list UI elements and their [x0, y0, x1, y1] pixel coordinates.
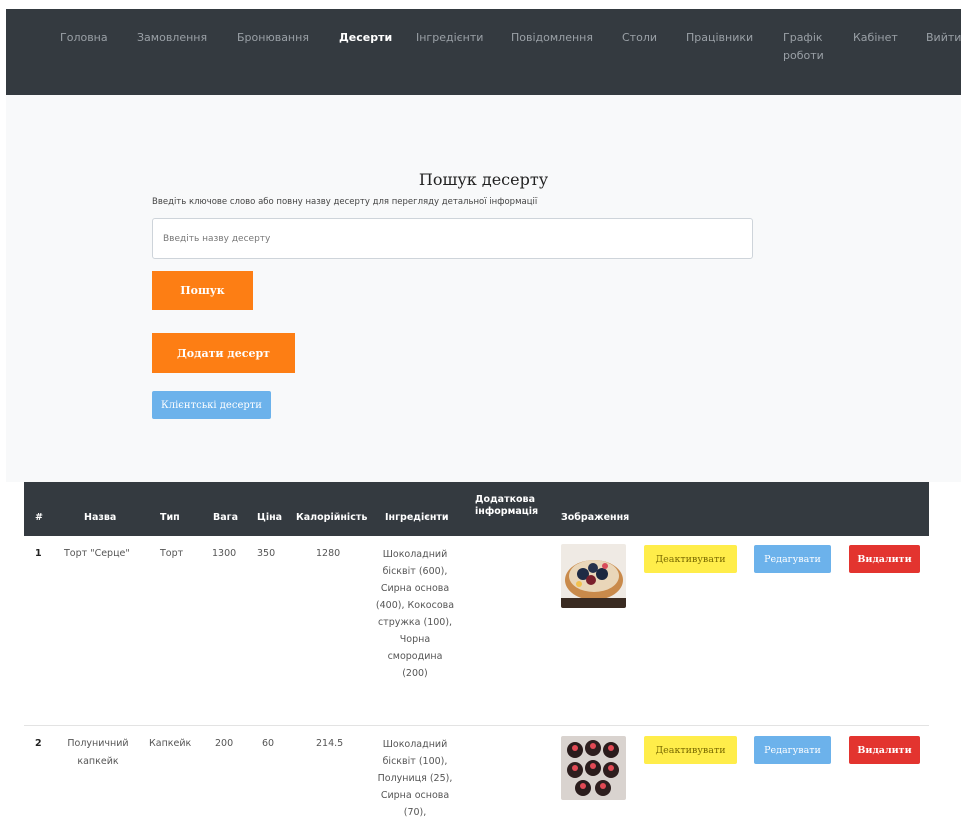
- delete-button[interactable]: Видалити: [849, 545, 920, 573]
- row-price: 60: [262, 738, 275, 749]
- dessert-thumbnail: [561, 736, 626, 800]
- add-dessert-button[interactable]: Додати десерт: [152, 333, 295, 373]
- nav-link-reservations[interactable]: Бронювання: [237, 29, 309, 47]
- row-name: Полуничний капкейк: [67, 738, 129, 767]
- delete-button[interactable]: Видалити: [849, 736, 920, 764]
- search-button[interactable]: Пошук: [152, 271, 253, 310]
- col-header-num: #: [35, 512, 43, 523]
- nav-link-messages[interactable]: Повідомлення: [511, 29, 593, 47]
- col-header-image: Зображення: [561, 512, 630, 523]
- search-hint: Введіть ключове слово або повну назву де…: [152, 197, 538, 207]
- row-weight: 1300: [212, 548, 237, 559]
- row-price: 350: [257, 548, 276, 559]
- col-header-calories: Калорійність: [296, 512, 368, 523]
- top-navbar: Головна Замовлення Бронювання Десерти Ін…: [6, 9, 961, 95]
- nav-link-tables[interactable]: Столи: [622, 29, 657, 47]
- row-ingredients: Шоколадний бісквіт (600), Сирна основа (…: [375, 549, 455, 679]
- nav-link-logout[interactable]: Вийти: [926, 29, 961, 47]
- col-header-type: Тип: [160, 512, 180, 523]
- row-calories: 214.5: [316, 738, 344, 749]
- nav-link-cabinet[interactable]: Кабінет: [853, 29, 898, 47]
- col-header-price: Ціна: [257, 512, 283, 523]
- search-section: Пошук десерту Введіть ключове слово або …: [6, 95, 961, 482]
- page-title: Пошук десерту: [418, 170, 549, 189]
- col-header-name: Назва: [84, 512, 117, 523]
- table-header: # Назва Тип Вага Ціна Калорійність Інгре…: [24, 482, 929, 536]
- nav-link-staff[interactable]: Працівники: [686, 29, 753, 47]
- nav-link-home[interactable]: Головна: [60, 29, 108, 47]
- row-num: 2: [35, 738, 42, 749]
- col-header-ingredients: Інгредієнти: [385, 512, 449, 523]
- row-name: Торт "Серце": [64, 548, 130, 559]
- search-input[interactable]: [152, 218, 753, 259]
- row-num: 1: [35, 548, 42, 559]
- nav-link-desserts[interactable]: Десерти: [339, 29, 392, 47]
- row-ingredients: Шоколадний бісквіт (100), Полуниця (25),…: [377, 739, 453, 818]
- edit-button[interactable]: Редагувати: [754, 736, 831, 764]
- row-weight: 200: [215, 738, 234, 749]
- row-calories: 1280: [316, 548, 341, 559]
- dessert-thumbnail: [561, 544, 626, 608]
- nav-link-schedule[interactable]: Графік роботи: [783, 29, 835, 65]
- client-desserts-button[interactable]: Клієнтські десерти: [152, 391, 271, 419]
- edit-button[interactable]: Редагувати: [754, 545, 831, 573]
- row-type: Капкейк: [149, 738, 192, 749]
- row-type: Торт: [160, 548, 184, 559]
- col-header-extra-info: Додаткова інформація: [475, 494, 539, 517]
- deactivate-button[interactable]: Деактивувати: [644, 545, 737, 573]
- col-header-weight: Вага: [213, 512, 239, 523]
- nav-link-orders[interactable]: Замовлення: [137, 29, 207, 47]
- nav-link-ingredients[interactable]: Інгредієнти: [416, 29, 483, 47]
- deactivate-button[interactable]: Деактивувати: [644, 736, 737, 764]
- row-divider: [24, 725, 929, 726]
